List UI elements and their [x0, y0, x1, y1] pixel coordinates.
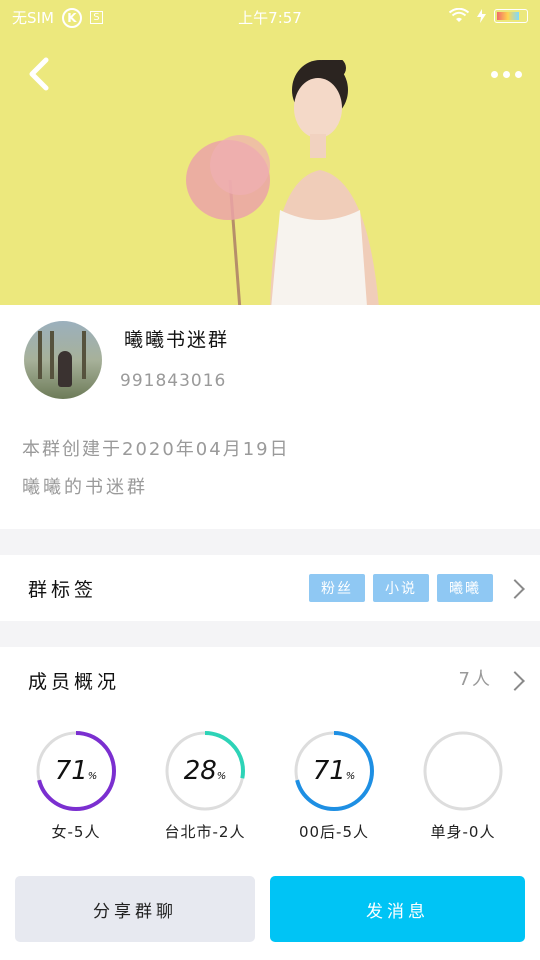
stat-ring — [423, 731, 503, 811]
more-dot-icon — [514, 70, 522, 78]
stat-percent: 28% — [183, 756, 227, 786]
tag-item: 曦曦 — [437, 574, 493, 602]
members-title: 成员概况 — [28, 671, 121, 693]
send-message-button[interactable]: 发消息 — [270, 876, 525, 942]
stat-label: 女-5人 — [51, 823, 101, 841]
group-avatar[interactable] — [24, 321, 102, 399]
more-dot-icon — [502, 70, 510, 78]
stat-label: 单身-0人 — [430, 823, 496, 841]
group-description: 曦曦的书迷群 — [22, 477, 148, 498]
chevron-right-icon — [505, 579, 525, 599]
tag-item: 小说 — [373, 574, 429, 602]
share-group-button[interactable]: 分享群聊 — [15, 876, 255, 942]
wifi-icon — [449, 8, 469, 22]
avatar-tree — [38, 331, 42, 379]
avatar-tree — [82, 331, 86, 379]
group-info-card: 曦曦书迷群 991843016 本群创建于2020年04月19日 曦曦的书迷群 — [0, 305, 540, 529]
status-right — [449, 8, 528, 24]
tag-list: 粉丝 小说 曦曦 — [309, 574, 493, 602]
more-dot-icon — [490, 70, 498, 78]
stat-label: 台北市-2人 — [164, 823, 246, 841]
stat-relationship: 单身-0人 — [398, 729, 528, 842]
charging-icon — [477, 9, 486, 23]
more-options-button[interactable] — [486, 62, 526, 86]
stat-age: 71% 00后-5人 — [269, 729, 399, 842]
group-created-date: 本群创建于2020年04月19日 — [22, 439, 290, 460]
avatar-person — [58, 351, 72, 387]
stat-gender: 71% 女-5人 — [11, 729, 141, 842]
status-bar: 无SIM K S 上午7:57 — [0, 0, 540, 34]
group-id: 991843016 — [120, 371, 227, 391]
tag-item: 粉丝 — [309, 574, 365, 602]
chevron-right-icon — [505, 671, 525, 691]
stat-percent: 71% — [54, 756, 98, 786]
members-header-row[interactable]: 成员概况 7人 — [0, 647, 540, 707]
group-tags-row[interactable]: 群标签 粉丝 小说 曦曦 — [0, 555, 540, 621]
battery-icon — [494, 9, 528, 23]
group-cover-image — [0, 0, 540, 305]
stat-location: 28% 台北市-2人 — [140, 729, 270, 842]
member-stats: 71% 女-5人 28% 台北市-2人 71% 00后-5人 单身-0人 — [0, 729, 540, 849]
group-name: 曦曦书迷群 — [124, 329, 230, 351]
pampas-grass-decoration — [186, 135, 270, 305]
chevron-left-icon — [29, 57, 49, 91]
back-button[interactable] — [20, 52, 60, 96]
avatar-tree — [50, 331, 54, 379]
stat-percent: 71% — [312, 756, 356, 786]
member-count: 7人 — [458, 669, 492, 690]
stat-label: 00后-5人 — [298, 823, 370, 841]
tags-title: 群标签 — [28, 579, 98, 601]
